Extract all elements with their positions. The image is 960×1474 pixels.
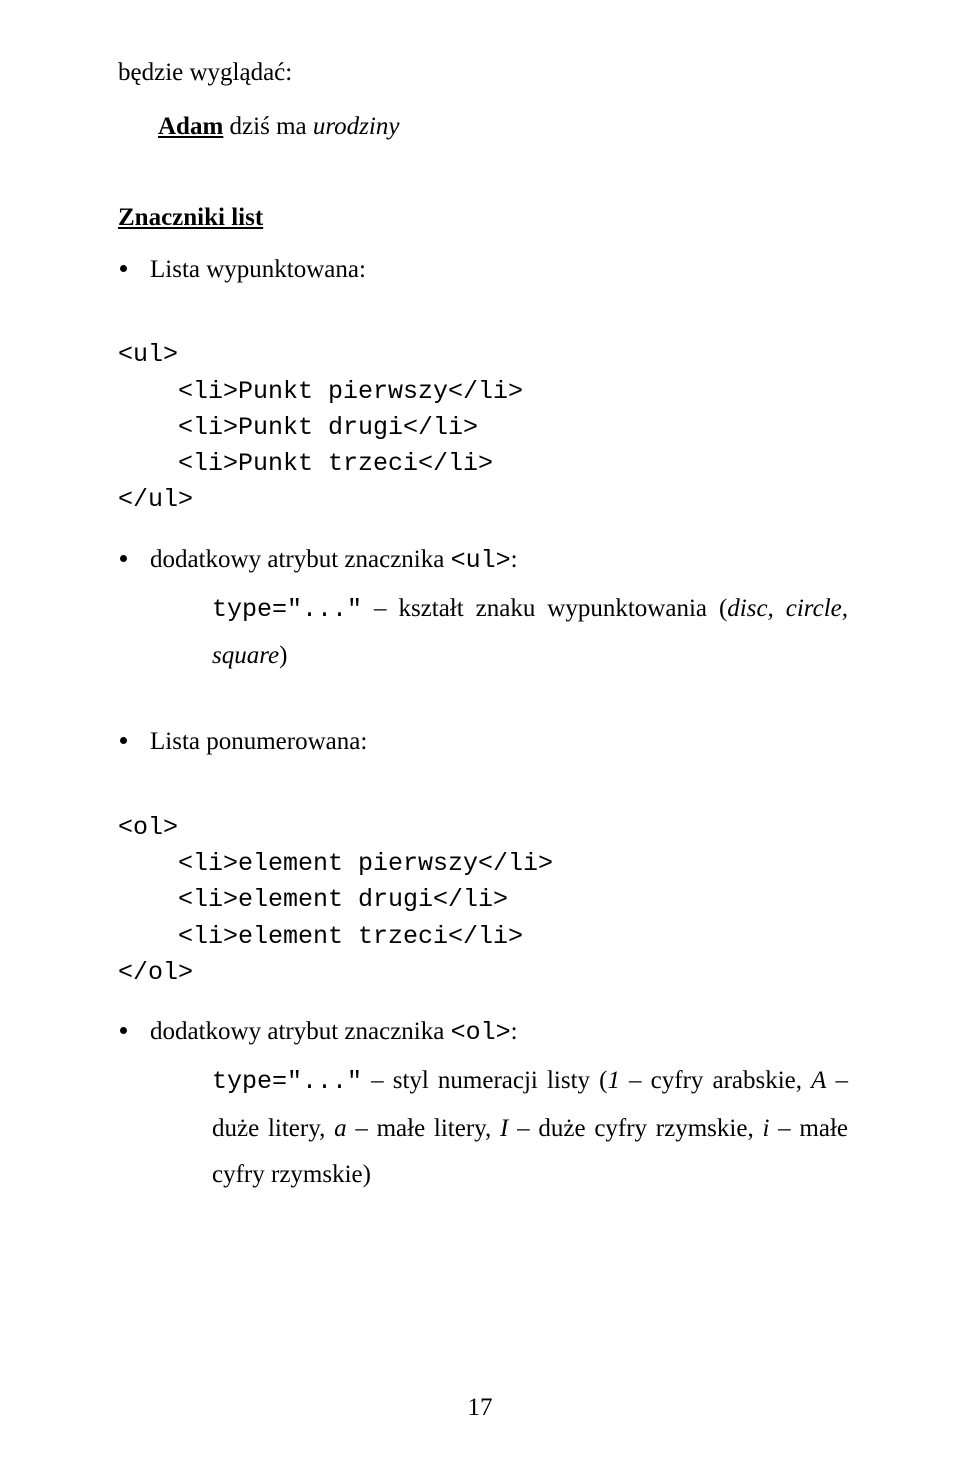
bullet-label: dodatkowy atrybut znacznika <ul>: (150, 546, 518, 573)
code-line: <ul> (118, 340, 178, 369)
example-rendered-line: Adam dziś ma urodziny (158, 104, 848, 150)
code-line: </ul> (118, 485, 193, 514)
code-line: <li>Punkt pierwszy</li> (178, 377, 523, 406)
code-line: <li>element drugi</li> (178, 885, 508, 914)
code-line: </ol> (118, 958, 193, 987)
code-line: <li>element trzeci</li> (178, 922, 523, 951)
intro-line: będzie wyglądać: (118, 50, 848, 96)
code-line: <li>element pierwszy</li> (178, 849, 553, 878)
code-line: <li>Punkt trzeci</li> (178, 449, 493, 478)
bullet-ol-attribute: dodatkowy atrybut znacznika <ol>: (118, 1009, 848, 1056)
code-block-ul: <ul> <li>Punkt pierwszy</li> <li>Punkt d… (118, 301, 848, 519)
page-number: 17 (0, 1394, 960, 1422)
sub-item-ol-type: type="..." – styl numeracji listy (1 – c… (118, 1058, 848, 1198)
sub-item-ul-type: type="..." – kształt znaku wypunktowania… (118, 586, 848, 680)
code-block-ol: <ol> <li>element pierwszy</li> <li>eleme… (118, 774, 848, 992)
bullet-lista-wypunktowana: Lista wypunktowana: (118, 247, 848, 293)
bullet-lista-ponumerowana: Lista ponumerowana: (118, 719, 848, 765)
code-line: <ol> (118, 813, 178, 842)
bullet-label: Lista wypunktowana: (150, 256, 366, 283)
section-heading-znaczniki-list: Znaczniki list (118, 195, 848, 241)
bullet-label: dodatkowy atrybut znacznika <ol>: (150, 1018, 518, 1045)
code-line: <li>Punkt drugi</li> (178, 413, 478, 442)
bullet-label: Lista ponumerowana: (150, 728, 367, 755)
bullet-ul-attribute: dodatkowy atrybut znacznika <ul>: (118, 537, 848, 584)
